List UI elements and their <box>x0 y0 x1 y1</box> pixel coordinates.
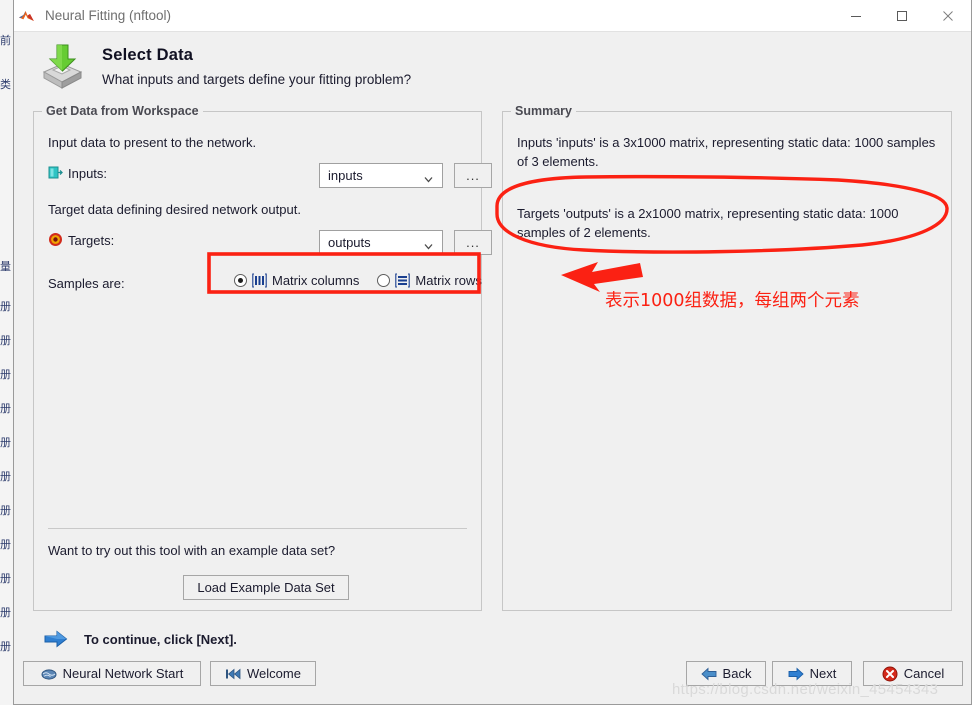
targets-select-value: outputs <box>328 235 371 250</box>
nftool-dialog: Neural Fitting (nftool) Select Data What… <box>13 0 972 705</box>
radio-indicator <box>234 274 247 287</box>
samples-radio-group: Matrix columns Matrix rows <box>234 273 500 288</box>
get-data-groupbox: Get Data from Workspace Input data to pr… <box>33 104 492 611</box>
chevron-down-icon <box>424 239 433 250</box>
radio-matrix-rows[interactable]: Matrix rows <box>377 273 482 288</box>
load-example-label: Load Example Data Set <box>197 580 335 595</box>
background-text: 册 <box>0 572 11 585</box>
rewind-icon <box>225 666 241 682</box>
radio-matrix-rows-label: Matrix rows <box>415 273 482 288</box>
background-text: 册 <box>0 640 11 653</box>
radio-matrix-columns[interactable]: Matrix columns <box>234 273 359 288</box>
get-data-group-title: Get Data from Workspace <box>42 104 203 118</box>
background-text: 册 <box>0 368 11 381</box>
neural-network-start-button[interactable]: Neural Network Start <box>23 661 201 686</box>
background-text: 册 <box>0 538 11 551</box>
title-bar[interactable]: Neural Fitting (nftool) <box>14 0 971 32</box>
background-text: 册 <box>0 436 11 449</box>
load-example-data-set-button[interactable]: Load Example Data Set <box>183 575 349 600</box>
welcome-label: Welcome <box>247 666 301 681</box>
matrix-columns-icon <box>252 273 267 288</box>
targets-description: Target data defining desired network out… <box>48 202 301 217</box>
next-label: Next <box>809 666 837 681</box>
inputs-select[interactable]: inputs <box>319 163 443 188</box>
import-data-icon <box>36 40 88 92</box>
example-prompt: Want to try out this tool with an exampl… <box>48 543 336 558</box>
chevron-down-icon <box>424 172 433 183</box>
back-arrow-icon <box>700 666 717 682</box>
next-arrow-icon <box>788 666 804 682</box>
continue-hint-text: To continue, click [Next]. <box>84 631 237 647</box>
welcome-button[interactable]: Welcome <box>210 661 316 686</box>
background-text: 册 <box>0 470 11 483</box>
background-text: 册 <box>0 300 11 313</box>
targets-browse-button[interactable]: ... <box>454 230 492 255</box>
radio-indicator <box>377 274 391 287</box>
background-text: 册 <box>0 606 11 619</box>
matlab-membrane-icon <box>18 7 35 24</box>
radio-matrix-columns-label: Matrix columns <box>272 273 360 288</box>
samples-label: Samples are: <box>48 276 125 291</box>
continue-hint: To continue, click [Next]. <box>14 620 971 658</box>
brain-icon <box>41 666 57 682</box>
dialog-body: Get Data from Workspace Input data to pr… <box>14 100 971 615</box>
inputs-description: Input data to present to the network. <box>48 135 257 150</box>
minimize-icon[interactable] <box>833 0 879 31</box>
neural-network-start-label: Neural Network Start <box>62 666 184 681</box>
page-subtitle: What inputs and targets define your fitt… <box>102 71 412 87</box>
background-text: 册 <box>0 402 11 415</box>
background-text: 册 <box>0 504 11 517</box>
cancel-x-icon <box>882 666 898 682</box>
matrix-rows-icon <box>395 273 411 288</box>
page-title: Select Data <box>102 45 194 64</box>
watermark-text: https://blog.csdn.net/weixin_45454343 <box>672 681 939 698</box>
inputs-select-value: inputs <box>328 168 363 183</box>
summary-inputs-text: Inputs 'inputs' is a 3x1000 matrix, repr… <box>517 135 936 169</box>
inputs-browse-button[interactable]: ... <box>454 163 492 188</box>
window-title: Neural Fitting (nftool) <box>45 8 172 23</box>
background-text: 前 <box>0 34 11 47</box>
summary-targets-text: Targets 'outputs' is a 2x1000 matrix, re… <box>517 206 899 240</box>
back-label: Back <box>722 666 752 681</box>
summary-group-title: Summary <box>511 104 576 118</box>
section-divider <box>48 528 467 529</box>
background-text: 册 <box>0 334 11 347</box>
inputs-label: Inputs: <box>68 166 108 181</box>
summary-groupbox: Summary Inputs 'inputs' is a 3x1000 matr… <box>502 104 952 611</box>
background-text: 类 <box>0 78 11 91</box>
cancel-label: Cancel <box>903 666 945 681</box>
input-port-icon <box>48 165 63 180</box>
maximize-icon[interactable] <box>879 0 925 31</box>
close-icon[interactable] <box>925 0 971 31</box>
right-arrow-icon <box>44 630 68 648</box>
window-controls <box>833 0 971 31</box>
header-text-block: Select Data What inputs and targets defi… <box>102 46 411 87</box>
targets-label: Targets: <box>68 233 115 248</box>
background-text: 量 <box>0 260 11 273</box>
page-header: Select Data What inputs and targets defi… <box>14 32 971 100</box>
targets-select[interactable]: outputs <box>319 230 443 255</box>
target-bullseye-icon <box>48 232 63 247</box>
